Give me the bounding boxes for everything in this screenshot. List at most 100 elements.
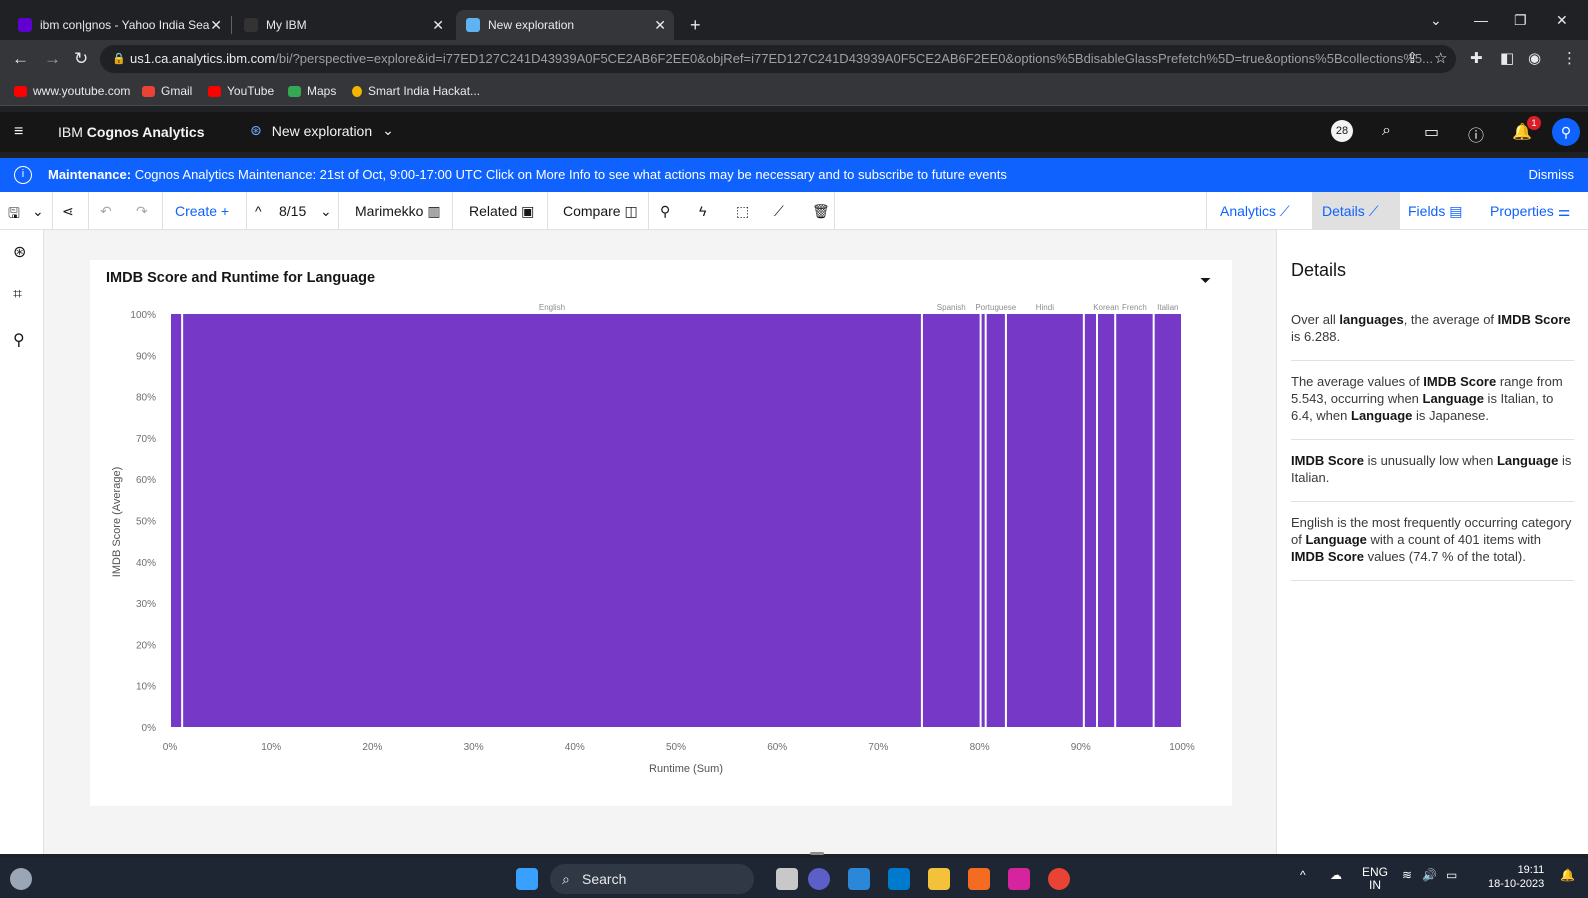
chart-bars[interactable] (171, 314, 1181, 727)
close-tab-icon[interactable]: ✕ (654, 17, 666, 34)
system-clock[interactable]: 19:11 18-10-2023 (1488, 863, 1544, 891)
comments-icon[interactable]: ▭ (1424, 122, 1439, 142)
bookmark-youtube-site[interactable]: www.youtube.com (14, 84, 130, 98)
back-icon[interactable]: ← (12, 49, 29, 69)
close-tab-icon[interactable]: ✕ (432, 17, 444, 34)
profile-icon[interactable]: ◉ (1528, 49, 1541, 67)
marimekko-column[interactable] (1006, 314, 1083, 727)
hamburger-menu-icon[interactable]: ≡ (14, 123, 23, 141)
bookmark-gmail[interactable]: Gmail (142, 84, 192, 98)
forward-icon[interactable]: → (44, 49, 61, 69)
marimekko-column[interactable] (1084, 314, 1096, 727)
extensions-icon[interactable]: ✚ (1470, 49, 1483, 67)
marimekko-column[interactable] (1097, 314, 1115, 727)
side-panel-icon[interactable]: ◧ (1500, 49, 1514, 67)
related-button[interactable]: Related ▣ (469, 203, 534, 220)
save-chevron-icon[interactable]: ⌄ (32, 203, 44, 220)
tab-search-icon[interactable]: ⌄ (1430, 12, 1442, 29)
marimekko-column[interactable] (171, 314, 182, 727)
filter-icon[interactable]: ⏷ (1200, 272, 1211, 289)
tab-yahoo[interactable]: ibm con|gnos - Yahoo India Sea ✕ (8, 10, 230, 40)
details-tab[interactable]: Details ⟋ (1322, 203, 1379, 220)
wifi-icon[interactable]: ≋ (1402, 868, 1412, 882)
store-icon[interactable] (848, 868, 870, 890)
save-icon[interactable]: 🖫 (8, 203, 20, 227)
minimize-icon[interactable]: — (1474, 12, 1488, 28)
delete-icon[interactable]: 🗑 (812, 203, 830, 220)
xampp-icon[interactable] (968, 868, 990, 890)
windows-start-icon[interactable] (516, 868, 538, 890)
battery-icon[interactable]: ▭ (1446, 868, 1457, 882)
bookmark-smart-india[interactable]: Smart India Hackat... (352, 84, 480, 98)
chrome-menu-icon[interactable]: ⋮ (1562, 49, 1577, 67)
restore-icon[interactable]: ❐ (1514, 12, 1527, 29)
compare-button[interactable]: Compare ◫ (563, 203, 638, 220)
tray-overflow-icon[interactable]: ^ (1300, 868, 1306, 882)
compare-label: Compare (563, 203, 621, 219)
share-icon[interactable]: ⇪ (1406, 49, 1419, 67)
resize-handle[interactable] (810, 852, 824, 855)
select-area-icon[interactable]: ⬚ (736, 203, 749, 220)
url-input[interactable]: 🔒 us1.ca.analytics.ibm.com/bi/?perspecti… (100, 45, 1456, 73)
share-icon[interactable]: ⋖ (62, 203, 74, 220)
bookmark-label: www.youtube.com (33, 84, 131, 98)
bookmark-youtube[interactable]: YouTube (208, 84, 274, 98)
notification-bell-icon[interactable]: 🔔 (1560, 868, 1575, 882)
dismiss-button[interactable]: Dismiss (1529, 167, 1575, 182)
notification-count-badge[interactable]: 28 (1331, 120, 1353, 142)
reload-icon[interactable]: ↻ (74, 49, 88, 69)
chart-title: IMDB Score and Runtime for Language (106, 270, 376, 286)
marimekko-column[interactable] (1154, 314, 1181, 727)
search-icon[interactable]: ⌕ (1382, 122, 1391, 140)
marimekko-chart[interactable]: 0% 10% 20% 30% 40% 50% 60% 70% 80% 90% 100% Englis… (90, 290, 1232, 800)
bookmark-star-icon[interactable]: ☆ (1434, 49, 1447, 67)
tab-new-exploration[interactable]: New exploration ✕ (456, 10, 674, 40)
volume-icon[interactable]: 🔊 (1422, 868, 1437, 882)
avatar[interactable]: ⚲ (1552, 118, 1580, 146)
instagram-icon[interactable] (1008, 868, 1030, 890)
weather-icon[interactable] (10, 868, 32, 890)
redo-icon[interactable]: ↷ (136, 203, 148, 220)
exploration-selector[interactable]: ⊛ New exploration ⌄ (250, 122, 394, 139)
language-indicator[interactable]: ENG IN (1362, 866, 1388, 892)
marimekko-column[interactable] (981, 314, 985, 727)
next-page-icon[interactable]: ⌄ (320, 203, 332, 220)
help-icon[interactable]: ⓘ (1468, 122, 1484, 146)
lightning-icon[interactable]: ϟ (699, 203, 706, 219)
file-explorer-icon[interactable] (928, 868, 950, 890)
analytics-tab[interactable]: Analytics ⟋ (1220, 203, 1290, 220)
fields-tab[interactable]: Fields ▤ (1408, 203, 1462, 220)
chart-type-button[interactable]: Marimekko ▥ (355, 203, 441, 220)
chrome-icon[interactable] (1048, 868, 1070, 890)
marimekko-column[interactable] (986, 314, 1005, 727)
vscode-icon[interactable] (888, 868, 910, 890)
pin-icon[interactable]: ⚲ (660, 203, 670, 220)
forecast-icon[interactable]: ⟋ (774, 203, 784, 220)
relationships-icon[interactable]: ⌗ (13, 286, 22, 304)
marimekko-column[interactable] (922, 314, 980, 727)
marimekko-column[interactable] (183, 314, 921, 727)
y-tick-label: 20% (136, 640, 156, 651)
teams-icon[interactable] (808, 868, 830, 890)
lang-line1: ENG (1362, 865, 1389, 879)
pin-icon[interactable]: ⚲ (13, 330, 25, 350)
new-tab-button[interactable]: + (680, 10, 710, 40)
bookmark-maps[interactable]: Maps (288, 84, 336, 98)
url-path: /bi/?perspective=explore&id=i77ED127C241… (275, 51, 1433, 66)
previous-page-icon[interactable]: ^ (255, 203, 262, 219)
properties-tab[interactable]: Properties ⚌ (1490, 203, 1570, 220)
y-tick-label: 40% (136, 558, 156, 569)
exploration-icon[interactable]: ⊛ (13, 242, 26, 262)
analytics-label: Analytics (1220, 203, 1277, 219)
tab-my-ibm[interactable]: My IBM ✕ (234, 10, 452, 40)
undo-icon[interactable]: ↶ (100, 203, 112, 220)
task-view-icon[interactable] (776, 868, 798, 890)
create-button[interactable]: Create + (175, 203, 229, 219)
marimekko-column[interactable] (1116, 314, 1153, 727)
bookmark-label: Smart India Hackat... (368, 84, 481, 98)
taskbar-search[interactable]: ⌕ Search (550, 864, 754, 894)
close-tab-icon[interactable]: ✕ (210, 17, 222, 34)
close-window-icon[interactable]: ✕ (1556, 12, 1568, 29)
onedrive-icon[interactable]: ☁ (1330, 868, 1342, 882)
bookmark-label: Gmail (161, 84, 193, 98)
